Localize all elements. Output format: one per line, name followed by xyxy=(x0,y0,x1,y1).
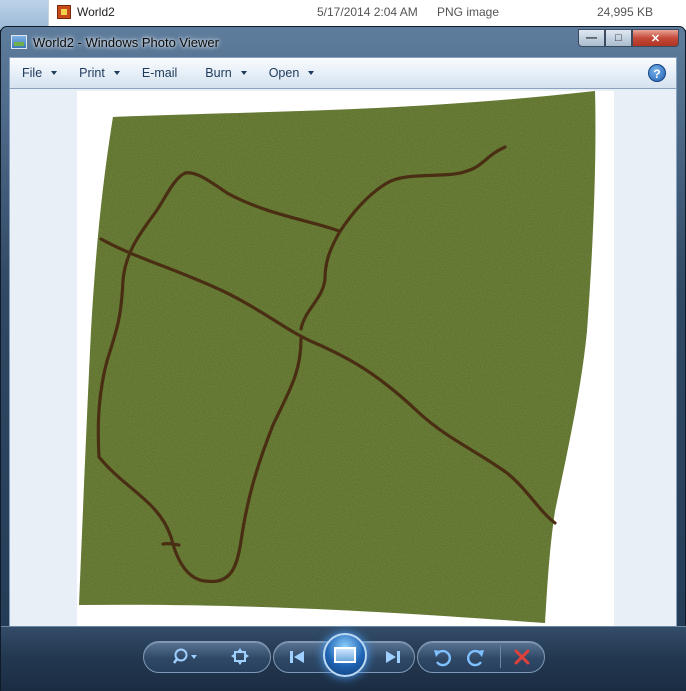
close-icon: ✕ xyxy=(650,32,661,45)
help-icon[interactable]: ? xyxy=(648,64,666,82)
window-title: World2 - Windows Photo Viewer xyxy=(33,34,219,50)
menu-email-label: E-mail xyxy=(141,66,178,80)
minimize-button[interactable]: — xyxy=(578,29,605,47)
rotate-counterclockwise-icon xyxy=(434,649,451,667)
close-button[interactable]: ✕ xyxy=(632,29,679,47)
chevron-down-icon xyxy=(113,71,120,75)
delete-button[interactable] xyxy=(511,646,533,668)
rotate-clockwise-icon xyxy=(467,649,484,667)
maximize-icon: □ xyxy=(615,32,622,44)
left-control-group xyxy=(143,641,271,673)
rotate-clockwise-button[interactable] xyxy=(465,646,487,668)
file-type: PNG image xyxy=(437,5,500,19)
menu-open-label: Open xyxy=(268,66,300,80)
menu-burn-label: Burn xyxy=(205,66,232,80)
displayed-image xyxy=(77,91,614,626)
file-size: 24,995 KB xyxy=(596,5,653,19)
png-file-icon xyxy=(57,5,71,19)
maximize-button[interactable]: □ xyxy=(605,29,632,47)
actual-size-button[interactable] xyxy=(229,647,251,667)
file-row[interactable]: World2 5/17/2014 2:04 AM PNG image 24,99… xyxy=(53,2,673,22)
road-spur xyxy=(161,541,181,547)
slideshow-button[interactable] xyxy=(323,633,367,677)
photo-viewer-window: World2 - Windows Photo Viewer — □ ✕ File… xyxy=(0,26,686,691)
chevron-down-icon xyxy=(51,71,58,75)
file-date: 5/17/2014 2:04 AM xyxy=(317,5,418,19)
playback-control-bar xyxy=(1,626,686,691)
rotate-counterclockwise-button[interactable] xyxy=(431,646,453,668)
control-divider xyxy=(500,646,501,668)
menu-email[interactable]: E-mail xyxy=(142,66,177,80)
caption-buttons: — □ ✕ xyxy=(578,29,679,47)
minimize-icon: — xyxy=(586,32,597,44)
chevron-down-icon xyxy=(240,71,247,75)
next-button[interactable] xyxy=(381,647,405,667)
next-icon xyxy=(386,651,400,663)
previous-button[interactable] xyxy=(285,647,309,667)
file-name: World2 xyxy=(77,5,115,19)
slideshow-icon xyxy=(334,647,356,663)
menu-open[interactable]: Open xyxy=(269,66,315,80)
zoom-button[interactable] xyxy=(169,647,203,667)
land-area xyxy=(79,91,596,623)
chevron-down-icon xyxy=(308,71,315,75)
menu-burn[interactable]: Burn xyxy=(205,66,247,80)
previous-icon xyxy=(290,651,304,663)
command-bar: File Print E-mail Burn Open ? xyxy=(9,57,677,89)
menu-print[interactable]: Print xyxy=(79,66,120,80)
menu-file-label: File xyxy=(22,66,43,80)
menu: File Print E-mail Burn Open xyxy=(22,66,336,80)
actual-size-icon xyxy=(231,648,249,665)
menu-file[interactable]: File xyxy=(22,66,58,80)
delete-icon xyxy=(514,649,530,665)
image-viewport[interactable] xyxy=(9,89,677,626)
title-bar[interactable]: World2 - Windows Photo Viewer — □ ✕ xyxy=(1,27,686,57)
menu-print-label: Print xyxy=(79,66,105,80)
photo-viewer-app-icon xyxy=(11,35,27,49)
map-image xyxy=(79,91,596,623)
zoom-icon xyxy=(173,648,197,664)
